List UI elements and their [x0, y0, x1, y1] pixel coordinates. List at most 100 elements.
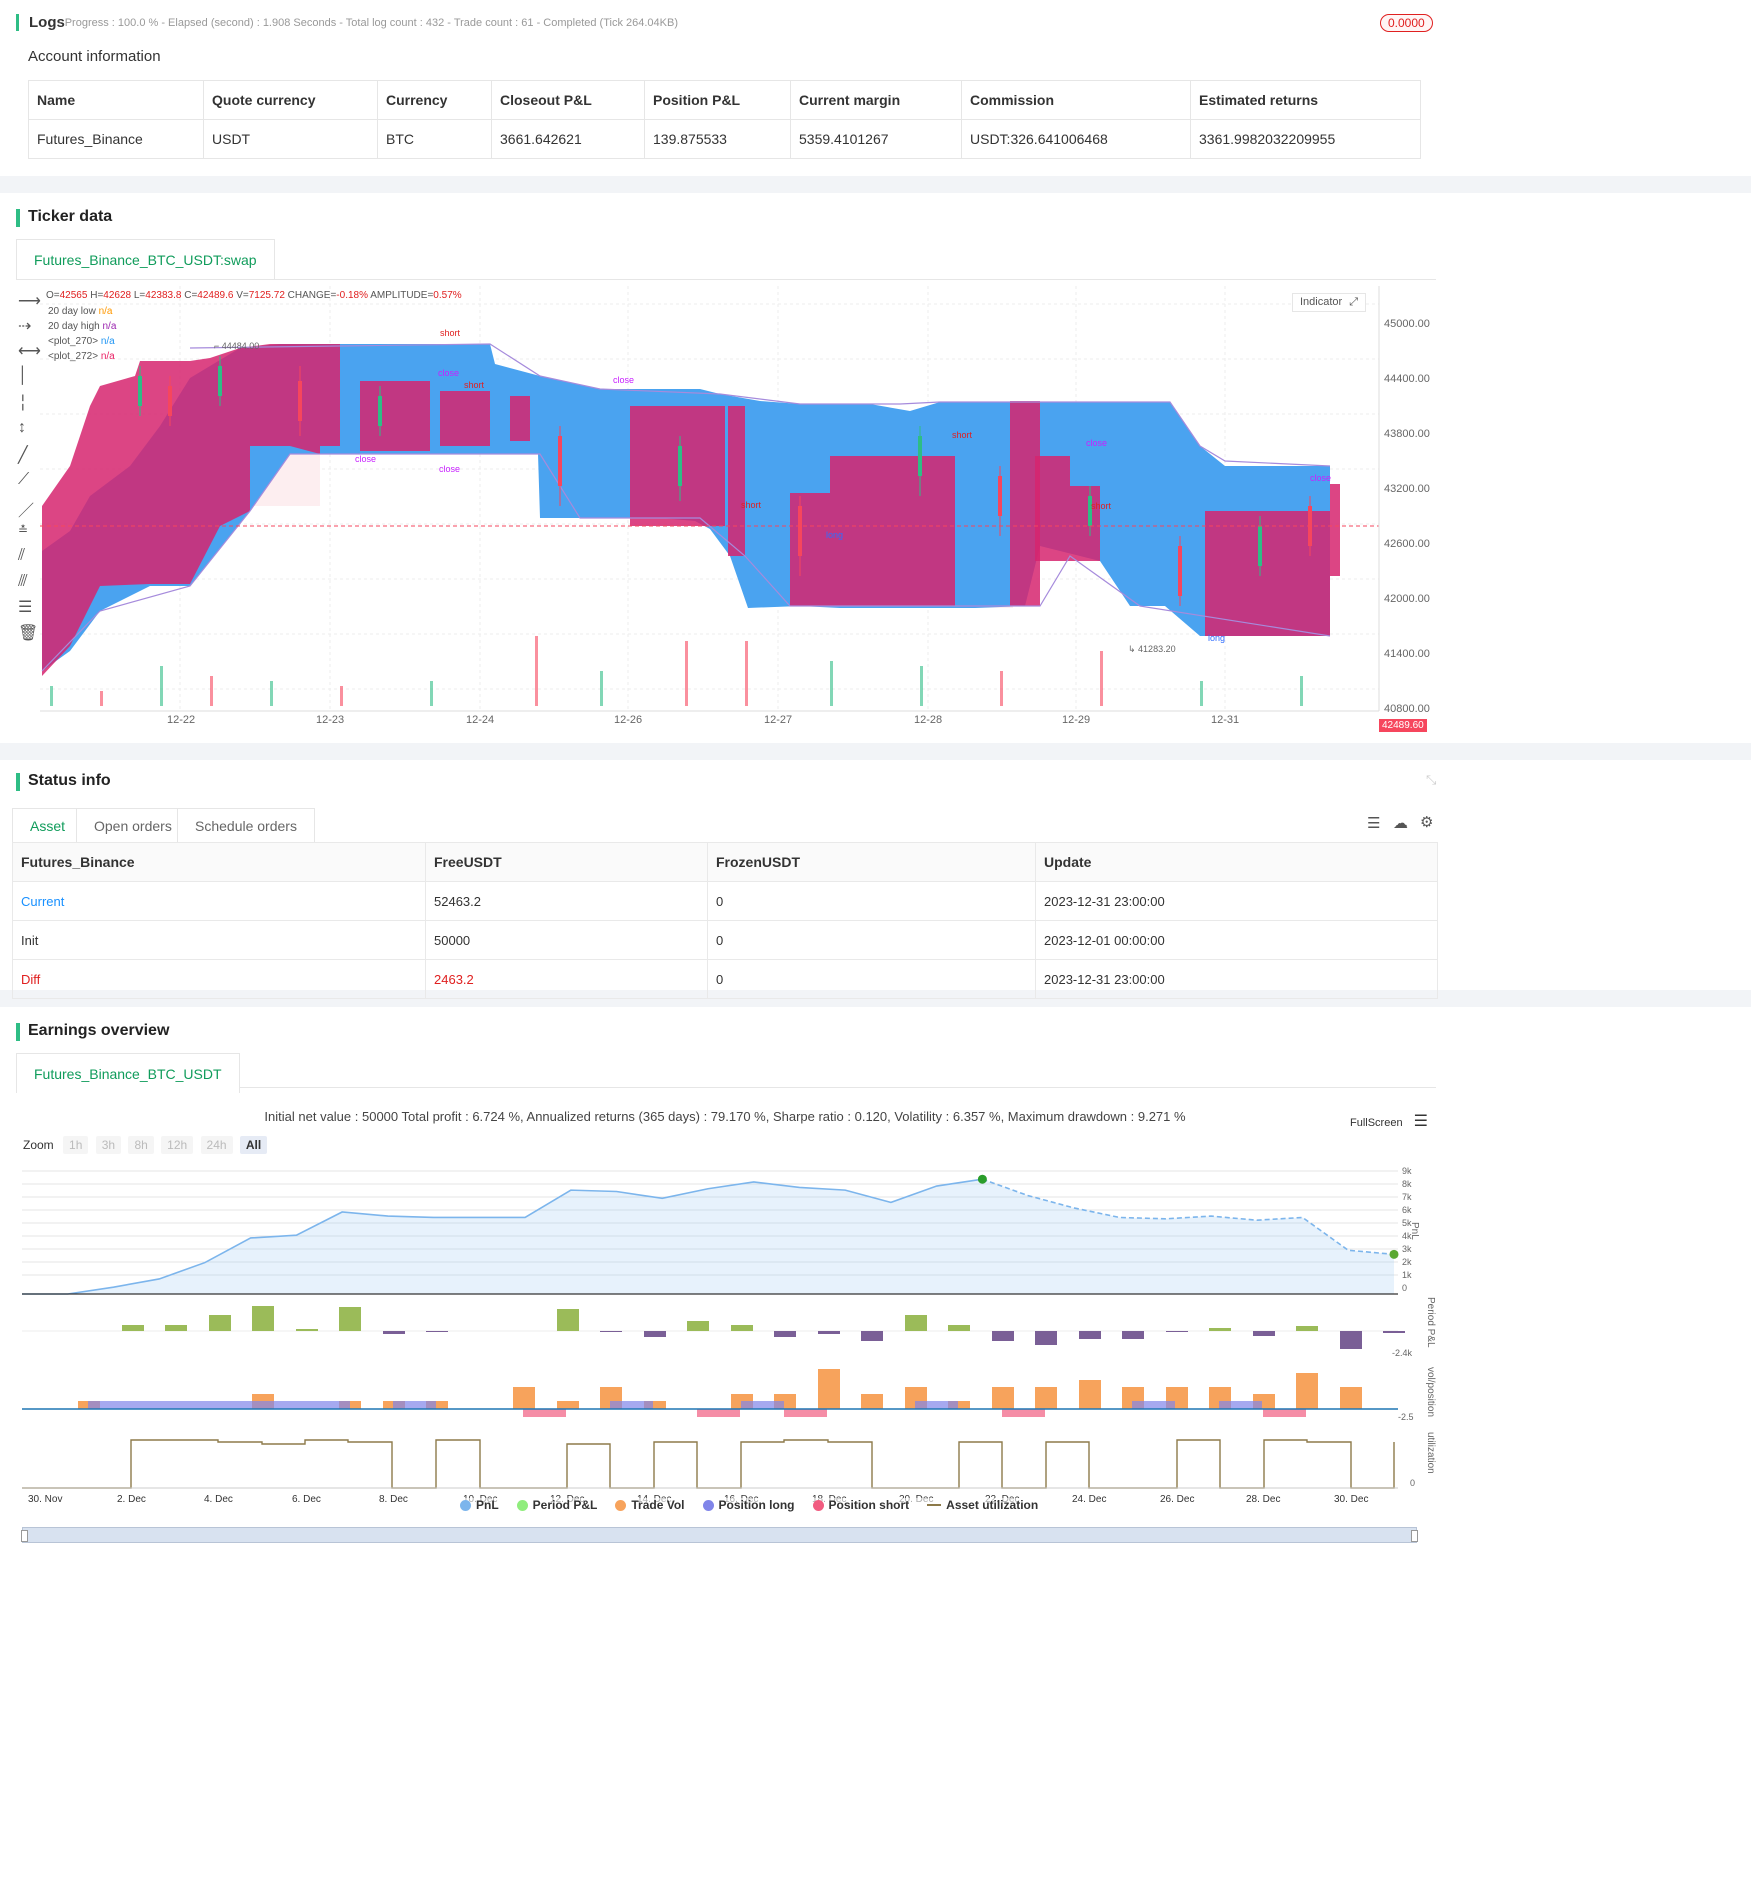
- tab-ticker-symbol[interactable]: Futures_Binance_BTC_USDT:swap: [16, 239, 275, 279]
- legend-period-pnl[interactable]: Period P&L: [516, 1498, 597, 1512]
- price-tick: 44400.00: [1384, 373, 1430, 385]
- status-title: Status info: [16, 772, 111, 791]
- high-price-label: ⌐ 44484.00: [214, 341, 260, 351]
- account-row: Futures_Binance USDT BTC 3661.642621 139…: [28, 119, 1421, 159]
- axis-tick: 2k: [1402, 1257, 1412, 1267]
- collapse-icon[interactable]: ⤡: [1426, 772, 1436, 788]
- zoom-24h[interactable]: 24h: [200, 1136, 233, 1154]
- axis-tick: 8k: [1402, 1179, 1412, 1189]
- navigator-left-handle[interactable]: [21, 1530, 28, 1542]
- horizontal-ray-icon[interactable]: ⇢: [18, 316, 31, 336]
- date-tick: 12-31: [1211, 714, 1240, 726]
- cloud-download-icon[interactable]: ☁: [1393, 814, 1408, 832]
- candlestick-chart[interactable]: short close short close close close shor…: [40, 286, 1440, 736]
- vol-axis-tick: -2.5: [1398, 1412, 1414, 1422]
- price-tick: 42000.00: [1384, 593, 1430, 605]
- tab-schedule-orders[interactable]: Schedule orders: [177, 808, 315, 843]
- trend-line-icon[interactable]: ╱: [18, 445, 28, 465]
- segment-icon[interactable]: ／: [18, 497, 34, 521]
- col-estimated-returns: Estimated returns: [1190, 80, 1421, 120]
- horizontal-line-icon[interactable]: ⟶: [18, 291, 41, 311]
- grid-icon[interactable]: ☰: [18, 597, 32, 617]
- fullscreen-button[interactable]: FullScreen ☰: [1350, 1111, 1428, 1131]
- zoom-3h[interactable]: 3h: [95, 1136, 122, 1154]
- legend-asset-utilization[interactable]: Asset utilization: [927, 1498, 1038, 1512]
- asset-row-current: Current 52463.2 0 2023-12-31 23:00:00: [12, 881, 1438, 921]
- profit-badge: 0.0000: [1380, 14, 1433, 32]
- date-tick: 6. Dec: [292, 1494, 321, 1505]
- svg-text:close: close: [355, 454, 376, 464]
- svg-text:close: close: [1310, 473, 1331, 483]
- axis-tick: 7k: [1402, 1192, 1412, 1202]
- vertical-line-icon[interactable]: │: [18, 367, 28, 385]
- ticker-tab-bar: Futures_Binance_BTC_USDT:swap: [16, 239, 1436, 280]
- earnings-chart[interactable]: [0, 1157, 1451, 1537]
- svg-text:close: close: [438, 368, 459, 378]
- asset-row-init: Init 50000 0 2023-12-01 00:00:00: [12, 920, 1438, 960]
- tab-open-orders[interactable]: Open orders: [76, 808, 190, 843]
- zoom-8h[interactable]: 8h: [128, 1136, 154, 1154]
- earnings-legend: PnL Period P&L Trade Vol Position long P…: [460, 1498, 1057, 1512]
- price-line-icon[interactable]: ≛: [18, 523, 28, 537]
- cell: 2023-12-31 23:00:00: [1035, 881, 1438, 921]
- zoom-1h[interactable]: 1h: [63, 1136, 89, 1154]
- position-short-bars: [523, 1409, 1306, 1417]
- cell: USDT:326.641006468: [961, 119, 1191, 159]
- tab-earnings-symbol[interactable]: Futures_Binance_BTC_USDT: [16, 1053, 240, 1093]
- delete-icon[interactable]: 🗑: [18, 623, 38, 643]
- indicator-button[interactable]: Indicator ⤢: [1292, 293, 1367, 312]
- col-current-margin: Current margin: [790, 80, 962, 120]
- navigator-scrollbar[interactable]: [21, 1527, 1418, 1543]
- fibonacci-icon[interactable]: ⫻: [18, 573, 28, 591]
- date-tick: 12-29: [1062, 714, 1091, 726]
- date-tick: 12-23: [316, 714, 345, 726]
- pnl-peak-marker: [977, 1174, 987, 1184]
- legend-pnl[interactable]: PnL: [460, 1498, 499, 1512]
- cell: USDT: [203, 119, 378, 159]
- cell: 3361.9982032209955: [1190, 119, 1421, 159]
- ohlc-readout: O=42565 H=42628 L=42383.8 C=42489.6 V=71…: [46, 290, 462, 301]
- status-panel: Status info ⤡ Asset Open orders Schedule…: [0, 760, 1751, 999]
- vertical-segment-icon[interactable]: ↕: [18, 419, 26, 437]
- extended-line-icon[interactable]: ⟷: [18, 341, 41, 361]
- parallel-line-icon[interactable]: ⫽: [18, 547, 25, 565]
- indicator-plot270: <plot_270> n/a: [48, 336, 115, 347]
- tab-asset[interactable]: Asset: [12, 808, 84, 843]
- vertical-ray-icon[interactable]: ╎: [18, 393, 28, 413]
- pnl-area: [22, 1179, 1394, 1294]
- row-label: Current: [12, 881, 426, 921]
- list-icon[interactable]: ☰: [1367, 814, 1380, 832]
- svg-text:short: short: [440, 328, 461, 338]
- legend-position-long[interactable]: Position long: [702, 1498, 795, 1512]
- zoom-12h[interactable]: 12h: [161, 1136, 194, 1154]
- svg-text:close: close: [439, 464, 460, 474]
- date-tick: 30. Nov: [28, 1494, 63, 1505]
- indicator-low20: 20 day low n/a: [48, 306, 113, 317]
- date-tick: 12-26: [614, 714, 643, 726]
- zoom-all[interactable]: All: [239, 1136, 268, 1154]
- asset-row-diff: Diff 2463.2 0 2023-12-31 23:00:00: [12, 959, 1438, 999]
- expand-icon[interactable]: ⤢: [1349, 296, 1358, 308]
- util-axis-tick: 0: [1410, 1478, 1416, 1488]
- indicator-legend: 20 day low n/a 20 day high n/a <plot_270…: [48, 304, 116, 364]
- price-axis: 45000.00 44400.00 43800.00 43200.00 4260…: [1384, 297, 1430, 737]
- legend-position-short[interactable]: Position short: [812, 1498, 909, 1512]
- menu-icon[interactable]: ☰: [1414, 1113, 1428, 1130]
- ray-line-icon[interactable]: ⟋: [18, 471, 29, 489]
- zoom-controls: Zoom 1h 3h 8h 12h 24h All: [23, 1136, 271, 1154]
- date-tick: 26. Dec: [1160, 1494, 1195, 1505]
- ticker-panel: Ticker data Futures_Binance_BTC_USDT:swa…: [0, 193, 1751, 743]
- svg-text:short: short: [1091, 501, 1112, 511]
- earnings-tab-bar: Futures_Binance_BTC_USDT: [16, 1053, 1436, 1093]
- earnings-panel: Earnings overview Futures_Binance_BTC_US…: [0, 1007, 1751, 1891]
- navigator-right-handle[interactable]: [1411, 1530, 1418, 1542]
- col-name: Name: [28, 80, 204, 120]
- gear-icon[interactable]: ⚙: [1420, 813, 1433, 831]
- date-tick: 4. Dec: [204, 1494, 233, 1505]
- indicator-plot272: <plot_272> n/a: [48, 351, 115, 362]
- volume-bars: [50, 636, 1303, 706]
- legend-trade-vol[interactable]: Trade Vol: [615, 1498, 685, 1512]
- cell: 0: [707, 920, 1036, 960]
- axis-title-vol: vol/position: [1425, 1367, 1436, 1418]
- axis-title-util: utilization: [1425, 1432, 1436, 1474]
